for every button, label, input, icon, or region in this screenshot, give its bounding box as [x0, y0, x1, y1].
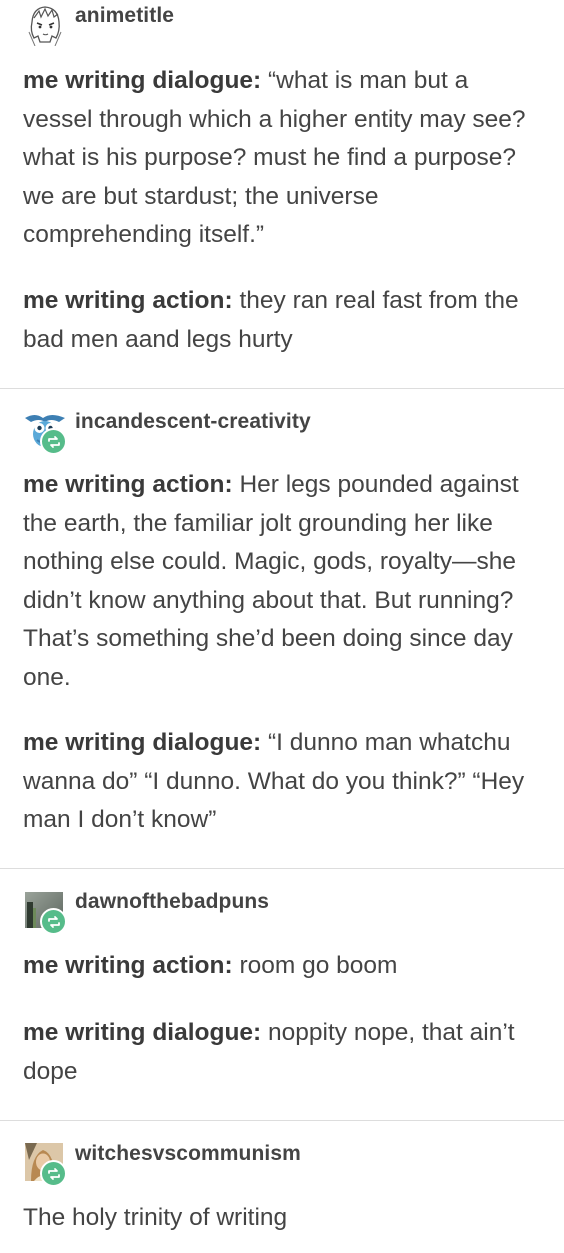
post-paragraph: me writing action: room go boom: [23, 947, 542, 986]
username[interactable]: dawnofthebadpuns: [75, 890, 269, 914]
post-header: incandescent-creativity: [23, 408, 311, 455]
post-paragraph: The holy trinity of writing: [23, 1199, 542, 1238]
post-divider: [0, 1120, 564, 1121]
paragraph-label: me writing action:: [23, 287, 233, 314]
paragraph-label: me writing dialogue:: [23, 67, 262, 94]
paragraph-label: me writing action:: [23, 471, 233, 498]
blue-owl-avatar-icon[interactable]: [23, 408, 67, 455]
reblog-icon: [40, 428, 67, 455]
post-divider: [0, 388, 564, 389]
anime-sketch-avatar-icon[interactable]: [23, 2, 67, 46]
reblog-icon: [40, 1160, 67, 1187]
post-divider: [0, 868, 564, 869]
post-paragraph: me writing action: Her legs pounded agai…: [23, 466, 542, 697]
username[interactable]: animetitle: [75, 4, 174, 28]
person-photo-avatar-icon[interactable]: [23, 1140, 67, 1187]
username[interactable]: witchesvscommunism: [75, 1142, 301, 1166]
paragraph-text: The holy trinity of writing: [23, 1204, 288, 1231]
paragraph-text: “what is man but a vessel through which …: [23, 67, 526, 248]
post-paragraph: me writing dialogue: noppity nope, that …: [23, 1014, 542, 1091]
paragraph-text: room go boom: [232, 952, 398, 979]
post-header: animetitle: [23, 2, 174, 46]
post-paragraph: me writing dialogue: “what is man but a …: [23, 62, 542, 255]
post-header: witchesvscommunism: [23, 1140, 301, 1187]
photo-avatar-icon[interactable]: [23, 888, 67, 935]
paragraph-text: Her legs pounded against the earth, the …: [23, 471, 519, 691]
post-header: dawnofthebadpuns: [23, 888, 269, 935]
paragraph-label: me writing action:: [23, 952, 233, 979]
post-paragraph: me writing action: they ran real fast fr…: [23, 282, 542, 359]
username[interactable]: incandescent-creativity: [75, 410, 311, 434]
post-paragraph: me writing dialogue: “I dunno man whatch…: [23, 724, 542, 840]
paragraph-label: me writing dialogue:: [23, 1019, 262, 1046]
reblog-icon: [40, 908, 67, 935]
paragraph-label: me writing dialogue:: [23, 729, 262, 756]
